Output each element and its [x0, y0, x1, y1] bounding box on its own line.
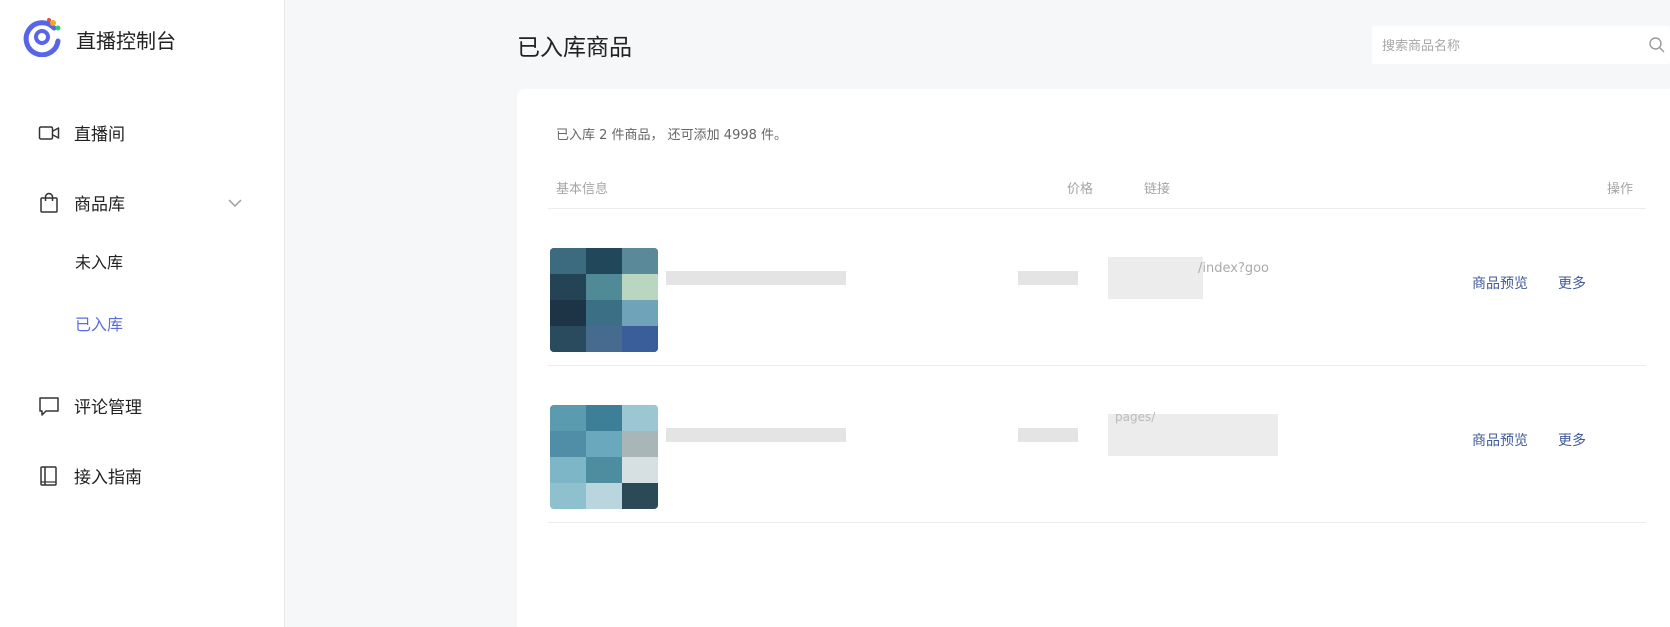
column-header-price: 价格 — [1067, 182, 1094, 197]
product-thumbnail — [550, 405, 658, 509]
app-title: 直播控制台 — [76, 28, 176, 53]
search-box — [1372, 26, 1670, 66]
table-row: /index?goo 商品预览 更多 — [548, 209, 1646, 365]
link-redacted — [1108, 257, 1203, 299]
sidebar-item-guide[interactable]: 接入指南 — [38, 463, 142, 488]
column-header-basic-info: 基本信息 — [556, 182, 609, 197]
page-title: 已入库商品 — [517, 35, 632, 61]
video-camera-icon — [38, 122, 60, 144]
search-input[interactable] — [1380, 26, 1634, 66]
sidebar-item-label: 商品库 — [74, 195, 125, 215]
comment-icon — [38, 395, 60, 417]
link-fragment: /index?goo — [1198, 261, 1270, 276]
stock-summary: 已入库 2 件商品， 还可添加 4998 件。 — [556, 128, 788, 143]
more-button[interactable]: 更多 — [1558, 273, 1586, 293]
brand: 直播控制台 — [22, 17, 176, 61]
column-header-actions: 操作 — [1607, 182, 1634, 197]
sidebar-item-label: 评论管理 — [74, 398, 142, 418]
search-icon[interactable] — [1648, 36, 1666, 58]
sidebar-subitem-not-stocked[interactable]: 未入库 — [75, 249, 123, 273]
preview-product-button[interactable]: 商品预览 — [1472, 430, 1528, 450]
price-redacted — [1018, 428, 1078, 442]
product-name-redacted — [666, 428, 846, 442]
table-row: pages/ 商品预览 更多 — [548, 366, 1646, 522]
sidebar-item-product-library[interactable]: 商品库 — [38, 190, 125, 215]
product-table-card: 已入库 2 件商品， 还可添加 4998 件。 基本信息 价格 链接 操作 /i… — [517, 89, 1670, 627]
sidebar-item-label: 接入指南 — [74, 468, 142, 488]
sidebar: 直播控制台 直播间 商品库 未入库 已入库 评论管理 接入指南 — [0, 0, 285, 627]
product-thumbnail — [550, 248, 658, 352]
preview-product-button[interactable]: 商品预览 — [1472, 273, 1528, 293]
logo-icon — [22, 17, 62, 61]
divider — [548, 522, 1646, 523]
sidebar-subitem-stocked[interactable]: 已入库 — [75, 311, 123, 335]
product-name-redacted — [666, 271, 846, 285]
sidebar-item-label: 直播间 — [74, 125, 125, 145]
book-icon — [38, 465, 60, 487]
shopping-bag-icon — [38, 192, 60, 214]
chevron-down-icon[interactable] — [228, 193, 242, 212]
link-fragment: pages/ — [1115, 410, 1156, 424]
column-header-link: 链接 — [1144, 182, 1171, 197]
price-redacted — [1018, 271, 1078, 285]
sidebar-item-live-room[interactable]: 直播间 — [38, 120, 125, 145]
more-button[interactable]: 更多 — [1558, 430, 1586, 450]
sidebar-item-comments[interactable]: 评论管理 — [38, 393, 142, 418]
